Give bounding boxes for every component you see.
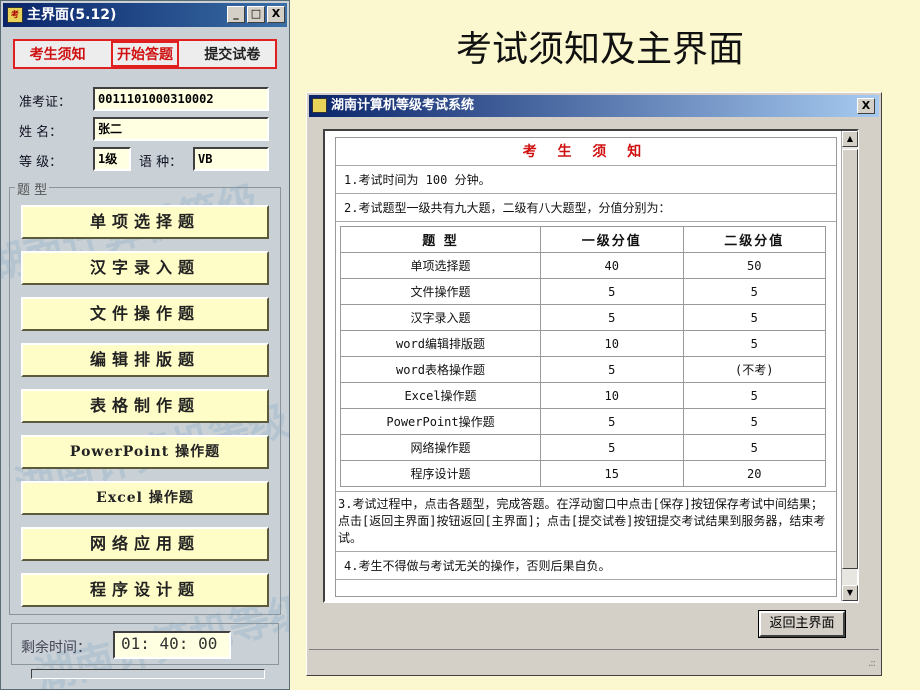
btn-powerpoint[interactable]: PowerPoint 操作题 xyxy=(21,435,269,469)
table-cell: 5 xyxy=(682,278,826,305)
table-cell: 文件操作题 xyxy=(340,278,541,305)
tab-exam-notice[interactable]: 考生须知 xyxy=(26,43,90,65)
btn-file-operation[interactable]: 文件操作题 xyxy=(21,297,269,331)
app-icon xyxy=(312,98,327,113)
app-icon: 考 xyxy=(7,7,23,23)
exam-id-field: 0011101000310002 xyxy=(93,87,269,111)
tab-start-answering[interactable]: 开始答题 xyxy=(110,41,179,67)
table-row: 网络操作题 5 5 xyxy=(340,434,826,461)
table-cell: 5 xyxy=(682,330,826,357)
table-cell: 50 xyxy=(682,252,826,279)
table-cell: 10 xyxy=(540,330,684,357)
table-cell: 5 xyxy=(540,356,684,383)
btn-table-making[interactable]: 表格制作题 xyxy=(21,389,269,423)
table-row: word编辑排版题 10 5 xyxy=(340,330,826,357)
lang-field: VB xyxy=(193,147,269,171)
window-title: 主界面(5.12) xyxy=(27,7,117,23)
lang-label: 语 种： xyxy=(139,155,183,170)
notice-line-1: 1.考试时间为 100 分钟。 xyxy=(336,166,836,194)
slide-title: 考试须知及主界面 xyxy=(455,29,744,70)
table-row: word表格操作题 5 (不考) xyxy=(340,356,826,383)
table-cell: (不考) xyxy=(682,356,826,383)
table-cell: 20 xyxy=(682,460,826,487)
timer-label: 剩余时间： xyxy=(21,640,91,656)
btn-excel[interactable]: Excel 操作题 xyxy=(21,481,269,515)
table-cell: 5 xyxy=(540,278,684,305)
table-cell: 40 xyxy=(540,252,684,279)
table-cell: PowerPoint操作题 xyxy=(340,408,541,435)
btn-programming[interactable]: 程序设计题 xyxy=(21,573,269,607)
level-field: 1级 xyxy=(93,147,131,171)
close-button[interactable]: X xyxy=(267,6,285,23)
main-window: 湖南计算机等级 湖南计算机等级 湖南计算机等级 考 主界面(5.12) _ □ … xyxy=(0,0,290,690)
table-cell: 汉字录入题 xyxy=(340,304,541,331)
table-cell: Excel操作题 xyxy=(340,382,541,409)
dialog-titlebar[interactable]: 湖南计算机等级考试系统 X xyxy=(309,95,879,117)
minimize-button[interactable]: _ xyxy=(227,6,245,23)
btn-edit-layout[interactable]: 编辑排版题 xyxy=(21,343,269,377)
btn-network[interactable]: 网络应用题 xyxy=(21,527,269,561)
time-progress-bar xyxy=(31,669,265,679)
table-cell: 5 xyxy=(682,434,826,461)
table-row: Excel操作题 10 5 xyxy=(340,382,826,409)
btn-single-choice[interactable]: 单项选择题 xyxy=(21,205,269,239)
table-cell: 15 xyxy=(540,460,684,487)
table-cell: 5 xyxy=(682,408,826,435)
name-field: 张二 xyxy=(93,117,269,141)
back-to-main-button[interactable]: 返回主界面 xyxy=(758,610,846,638)
table-cell: 程序设计题 xyxy=(340,460,541,487)
level-label: 等 级： xyxy=(19,155,63,170)
table-header: 二级分值 xyxy=(682,226,826,253)
score-table-container: 题 型 一级分值 二级分值 单项选择题 40 50 文件操作题 5 5 汉字录入题 5 5 wor… xyxy=(336,226,836,492)
table-header-row: 题 型 一级分值 二级分值 xyxy=(340,226,826,253)
table-cell: 5 xyxy=(540,304,684,331)
table-row: 文件操作题 5 5 xyxy=(340,278,826,305)
notice-line-2: 2.考试题型一级共有九大题，二级有八大题型，分值分别为： xyxy=(336,194,836,222)
table-row: PowerPoint操作题 5 5 xyxy=(340,408,826,435)
notice-heading: 考 生 须 知 xyxy=(336,138,836,166)
exam-id-label: 准考证： xyxy=(19,95,72,110)
table-cell: 5 xyxy=(682,382,826,409)
maximize-button[interactable]: □ xyxy=(247,6,265,23)
table-row: 单项选择题 40 50 xyxy=(340,252,826,279)
table-row: 汉字录入题 5 5 xyxy=(340,304,826,331)
table-cell: 单项选择题 xyxy=(340,252,541,279)
scroll-thumb[interactable] xyxy=(842,149,858,569)
table-cell: 10 xyxy=(540,382,684,409)
question-type-label: 题 型 xyxy=(15,179,50,198)
table-row: 程序设计题 15 20 xyxy=(340,460,826,487)
btn-chinese-typing[interactable]: 汉字录入题 xyxy=(21,251,269,285)
table-header: 一级分值 xyxy=(540,226,684,253)
table-cell: 5 xyxy=(540,434,684,461)
table-cell: 网络操作题 xyxy=(340,434,541,461)
exam-system-dialog: 湖南计算机等级考试系统 X 考 生 须 知 1.考试时间为 100 分钟。 2.… xyxy=(306,92,882,676)
notice-line-4: 4.考生不得做与考试无关的操作，否则后果自负。 xyxy=(336,552,836,580)
dialog-title: 湖南计算机等级考试系统 xyxy=(331,98,475,113)
scroll-down-button[interactable]: ▼ xyxy=(842,585,858,601)
resize-grip-icon[interactable]: .:: xyxy=(868,658,876,669)
tab-submit-paper[interactable]: 提交试卷 xyxy=(200,43,264,65)
score-table: 题 型 一级分值 二级分值 单项选择题 40 50 文件操作题 5 5 汉字录入题 5 5 wor… xyxy=(340,226,826,487)
scroll-up-button[interactable]: ▲ xyxy=(842,131,858,147)
name-label: 姓 名： xyxy=(19,125,63,140)
status-bar: .:: xyxy=(309,649,879,673)
table-cell: word表格操作题 xyxy=(340,356,541,383)
main-window-titlebar[interactable]: 考 主界面(5.12) _ □ X xyxy=(3,3,287,27)
notice-document: 考 生 须 知 1.考试时间为 100 分钟。 2.考试题型一级共有九大题，二级… xyxy=(335,137,837,597)
notice-document-frame: 考 生 须 知 1.考试时间为 100 分钟。 2.考试题型一级共有九大题，二级… xyxy=(323,129,859,603)
notice-line-3: 3.考试过程中，点击各题型，完成答题。在浮动窗口中点击[保存]按钮保存考试中间结… xyxy=(336,492,836,552)
table-cell: 5 xyxy=(540,408,684,435)
timer-value: 01: 40: 00 xyxy=(113,631,231,659)
top-tabs: 考生须知 开始答题 提交试卷 xyxy=(13,39,277,69)
dialog-close-button[interactable]: X xyxy=(857,98,875,114)
table-cell: 5 xyxy=(682,304,826,331)
vertical-scrollbar[interactable]: ▲ ▼ xyxy=(841,131,858,601)
table-header: 题 型 xyxy=(340,226,541,253)
candidate-info: 准考证： 0011101000310002 姓 名： 张二 等 级： 1级 语 … xyxy=(13,85,277,175)
table-cell: word编辑排版题 xyxy=(340,330,541,357)
